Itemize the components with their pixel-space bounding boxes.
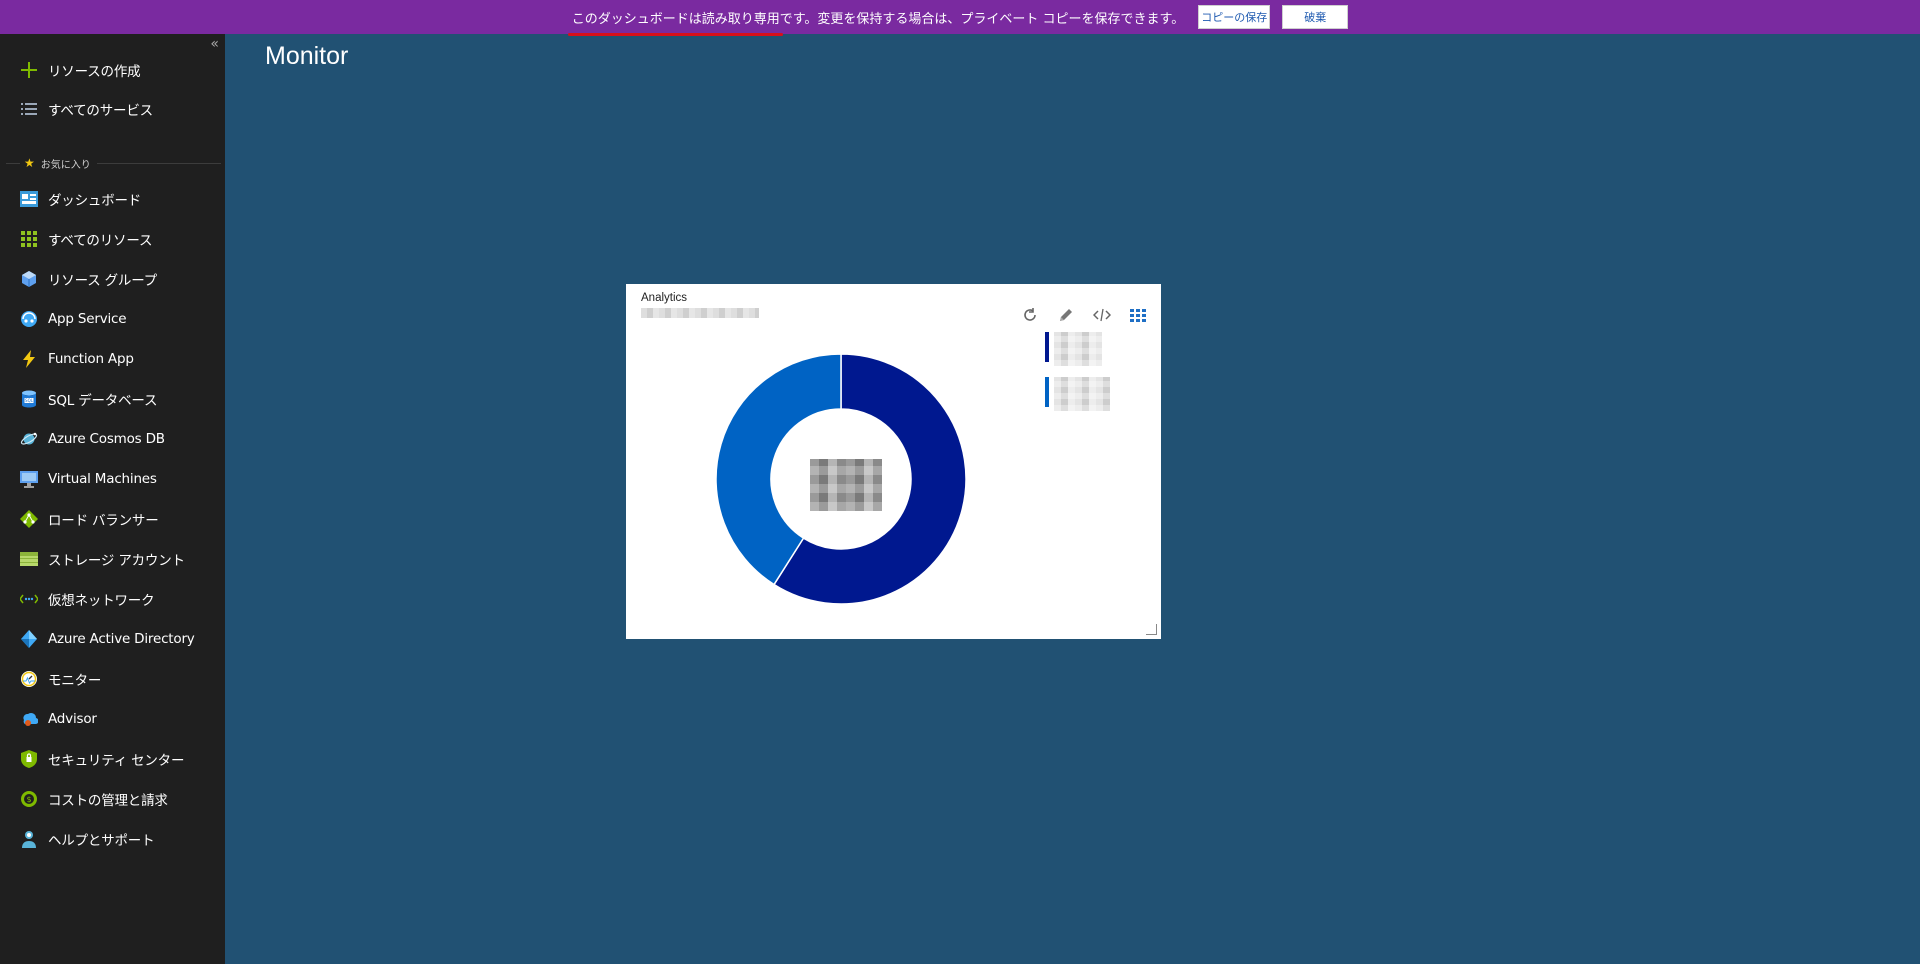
sidebar-item-azure-active-directory[interactable]: Azure Active Directory <box>0 622 225 656</box>
page-title: Monitor <box>265 42 349 70</box>
svg-text:$: $ <box>26 795 31 804</box>
sidebar-item-label: App Service <box>48 311 127 327</box>
aad-icon <box>19 629 39 649</box>
plus-icon <box>19 60 39 80</box>
monitor-icon <box>19 669 39 689</box>
sidebar-item-all-resources[interactable]: すべてのリソース <box>0 222 225 256</box>
cost-icon: $ <box>19 789 39 809</box>
sidebar-item-label: Virtual Machines <box>48 471 157 487</box>
tile-title: Analytics <box>641 292 688 304</box>
sidebar-item-label: リソースの作成 <box>48 64 141 80</box>
edit-icon[interactable] <box>1055 304 1077 326</box>
sidebar-item-label: ロード バランサー <box>48 513 159 529</box>
sidebar-item-label: すべてのサービス <box>48 103 153 119</box>
sidebar-item-label: すべてのリソース <box>48 233 153 249</box>
sidebar-item-app-service[interactable]: App Service <box>0 302 225 336</box>
collapse-sidebar-icon[interactable]: « <box>210 36 219 52</box>
favorites-label: お気に入り <box>40 159 91 171</box>
sidebar-item-label: 仮想ネットワーク <box>48 593 155 609</box>
sidebar-item-label: SQL データベース <box>48 393 158 409</box>
sidebar-item-cosmos-db[interactable]: Azure Cosmos DB <box>0 422 225 456</box>
resize-handle[interactable] <box>1146 624 1157 635</box>
sidebar-item-label: セキュリティ センター <box>48 753 185 769</box>
save-copy-button[interactable]: コピーの保存 <box>1198 5 1271 29</box>
divider <box>96 162 221 164</box>
sidebar-item-resource-groups[interactable]: リソース グループ <box>0 262 225 296</box>
legend-item <box>1045 377 1110 411</box>
security-icon <box>19 749 39 769</box>
sidebar-item-all-services[interactable]: すべてのサービス <box>0 92 225 126</box>
list-icon <box>19 99 39 119</box>
analytics-tile[interactable]: Analytics <box>626 284 1161 639</box>
sidebar-item-label: ヘルプとサポート <box>48 833 155 849</box>
legend-label-redacted <box>1054 377 1110 411</box>
cosmos-icon <box>19 429 39 449</box>
sidebar-item-storage-accounts[interactable]: ストレージ アカウント <box>0 542 225 576</box>
vnet-icon <box>19 589 39 609</box>
sidebar-item-cost-management[interactable]: $ コストの管理と請求 <box>0 782 225 816</box>
sidebar-item-virtual-network[interactable]: 仮想ネットワーク <box>0 582 225 616</box>
grid-icon <box>19 229 39 249</box>
sidebar-item-label: Advisor <box>48 711 97 727</box>
sql-icon: SQL <box>19 389 39 409</box>
load-balancer-icon <box>19 509 39 529</box>
sidebar: « リソースの作成 すべてのサービス ★ お気に入り ダッシュボード すべてのリ… <box>0 34 225 964</box>
tile-toolbar <box>1019 304 1149 326</box>
function-icon <box>19 349 39 369</box>
sidebar-item-sql-database[interactable]: SQL SQL データベース <box>0 382 225 416</box>
code-icon[interactable] <box>1091 304 1113 326</box>
legend-swatch <box>1045 332 1049 362</box>
sidebar-item-virtual-machines[interactable]: Virtual Machines <box>0 462 225 496</box>
sidebar-item-advisor[interactable]: Advisor <box>0 702 225 736</box>
svg-text:SQL: SQL <box>25 398 34 403</box>
sidebar-item-label: ダッシュボード <box>48 193 142 209</box>
sidebar-item-create-resource[interactable]: リソースの作成 <box>0 53 225 87</box>
sidebar-item-security-center[interactable]: セキュリティ センター <box>0 742 225 776</box>
dashboard-icon <box>19 189 39 209</box>
legend-swatch <box>1045 377 1049 407</box>
resource-group-icon <box>19 269 39 289</box>
discard-button[interactable]: 破棄 <box>1282 5 1349 29</box>
sidebar-item-function-app[interactable]: Function App <box>0 342 225 376</box>
grid-icon[interactable] <box>1127 304 1149 326</box>
vm-icon <box>19 469 39 489</box>
refresh-icon[interactable] <box>1019 304 1041 326</box>
favorites-header: ★ お気に入り <box>0 152 225 174</box>
sidebar-item-label: モニター <box>48 673 102 689</box>
app-service-icon <box>19 309 39 329</box>
sidebar-item-label: Function App <box>48 351 134 367</box>
divider <box>6 162 20 164</box>
storage-icon <box>19 549 39 569</box>
banner-message: このダッシュボードは読み取り専用です。変更を保持する場合は、プライベート コピー… <box>567 8 1185 36</box>
star-icon: ★ <box>24 156 35 170</box>
tile-subtitle-redacted <box>641 308 759 318</box>
sidebar-item-load-balancer[interactable]: ロード バランサー <box>0 502 225 536</box>
banner-underline <box>567 32 783 36</box>
advisor-icon <box>19 709 39 729</box>
center-value-redacted <box>810 459 882 511</box>
sidebar-item-help-support[interactable]: ヘルプとサポート <box>0 822 225 856</box>
sidebar-item-label: Azure Cosmos DB <box>48 431 165 447</box>
sidebar-item-label: リソース グループ <box>48 273 158 289</box>
legend-item <box>1045 332 1102 366</box>
sidebar-item-label: ストレージ アカウント <box>48 553 185 569</box>
sidebar-item-label: コストの管理と請求 <box>48 793 168 809</box>
sidebar-item-label: Azure Active Directory <box>48 631 195 647</box>
sidebar-item-dashboard[interactable]: ダッシュボード <box>0 182 225 216</box>
help-icon <box>19 829 39 849</box>
sidebar-item-monitor[interactable]: モニター <box>0 662 225 696</box>
legend-label-redacted <box>1054 332 1102 366</box>
readonly-banner: このダッシュボードは読み取り専用です。変更を保持する場合は、プライベート コピー… <box>0 0 1920 36</box>
banner-message-text: このダッシュボードは読み取り専用です。変更を保持する場合は、プライベート コピー… <box>571 11 1185 27</box>
